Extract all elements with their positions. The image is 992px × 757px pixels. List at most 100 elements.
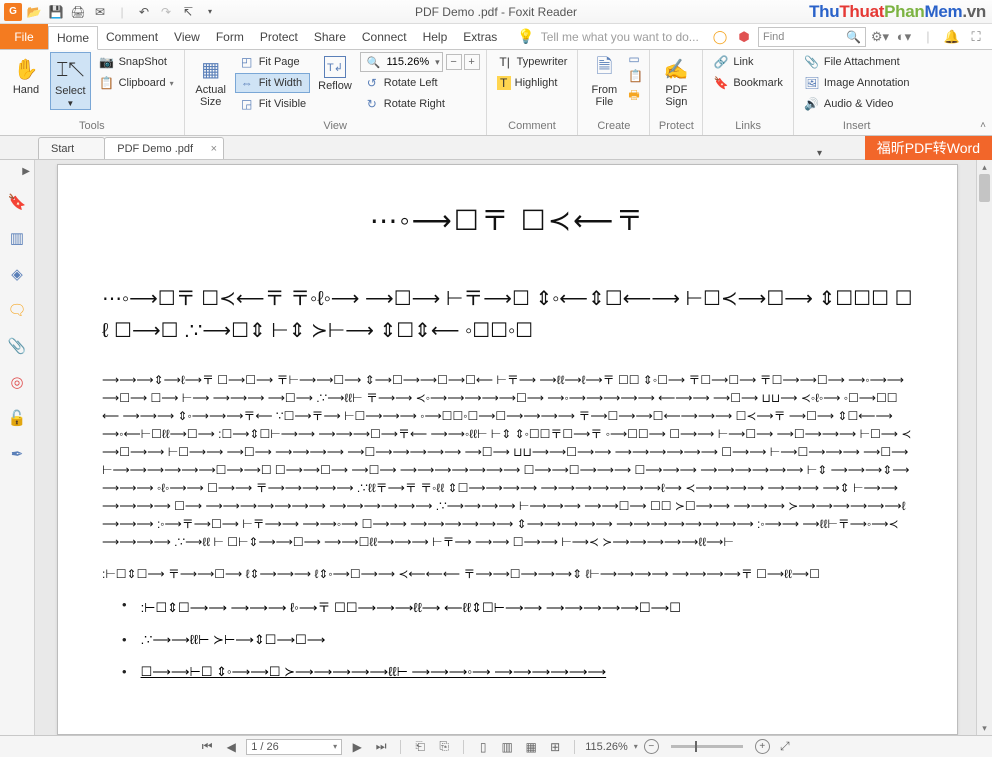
fit-toggle-icon[interactable]: ⤢ [776, 739, 794, 755]
cursor-tool-icon[interactable]: ↸ [178, 2, 198, 22]
zoom-out-button[interactable]: − [644, 739, 659, 754]
doc-tab-current[interactable]: PDF Demo .pdf × [104, 137, 224, 159]
tell-me-search[interactable]: 💡 Tell me what you want to do... [517, 24, 699, 49]
bookmark-button[interactable]: 🔖Bookmark [709, 73, 787, 93]
facing-icon[interactable]: ▦ [522, 739, 540, 755]
reflow-button[interactable]: T↲ Reflow [314, 52, 356, 114]
connect-panel-icon[interactable]: ◎ [6, 371, 28, 393]
fit-width-button[interactable]: ⇔Fit Width [235, 73, 310, 93]
actual-size-button[interactable]: ▦ Actual Size [191, 52, 231, 114]
rotate-left-button[interactable]: ↺Rotate Left [360, 73, 480, 93]
doc-tab-start[interactable]: Start [38, 137, 105, 159]
zoom-in-button[interactable]: + [755, 739, 770, 754]
ribbon-collapse-icon[interactable]: ˄ [980, 120, 986, 131]
zoom-out-button[interactable]: − [446, 54, 462, 70]
qat-dropdown-icon[interactable]: ▾ [200, 2, 220, 22]
zoom-combo[interactable]: 🔍 115.26% ▾ [360, 52, 443, 72]
scroll-up-icon[interactable]: ▴ [977, 160, 992, 174]
document-view[interactable]: ⋯◦⟶☐〒 ☐≺⟵〒 ⋯◦⟶☐〒 ☐≺⟵〒 〒◦ℓ◦⟶ ⟶☐⟶ ⊢〒⟶☐ ⇕◦⟵… [35, 160, 976, 735]
print-icon[interactable]: 🖨 [68, 2, 88, 22]
ribbon-group-links: 🔗Link 🔖Bookmark Links [703, 50, 794, 135]
next-page-icon[interactable]: ▶ [348, 739, 366, 755]
bookmark-panel-icon[interactable]: 🔖 [6, 191, 28, 213]
page-number-input[interactable]: 1 / 26 ▾ [246, 739, 342, 755]
attachments-panel-icon[interactable]: 📎 [6, 335, 28, 357]
rotate-right-button[interactable]: ↻Rotate Right [360, 94, 480, 114]
tab-help[interactable]: Help [415, 24, 456, 49]
audio-video-label: Audio & Video [824, 98, 894, 110]
nav-fwd-icon[interactable]: ⎘ [435, 739, 453, 755]
redo-icon[interactable]: ↷ [156, 2, 176, 22]
continuous-icon[interactable]: ▥ [498, 739, 516, 755]
open-icon[interactable]: 📂 [24, 2, 44, 22]
email-icon[interactable]: ✉ [90, 2, 110, 22]
search-icon[interactable]: 🔍 [846, 30, 861, 44]
highlight-button[interactable]: THighlight [493, 73, 572, 93]
tab-label: PDF Demo .pdf [117, 143, 193, 155]
undo-icon[interactable]: ↶ [134, 2, 154, 22]
stop-icon[interactable]: ⬢ [734, 27, 754, 47]
find-input[interactable]: Find 🔍 [758, 27, 866, 47]
save-icon[interactable]: 💾 [46, 2, 66, 22]
zoom-in-button[interactable]: + [464, 54, 480, 70]
fit-page-button[interactable]: ◰Fit Page [235, 52, 310, 72]
single-page-icon[interactable]: ▯ [474, 739, 492, 755]
app-icon[interactable]: G [4, 3, 22, 21]
continuous-facing-icon[interactable]: ⊞ [546, 739, 564, 755]
chevron-down-icon[interactable]: ▾ [435, 57, 440, 68]
chevron-down-icon[interactable]: ▾ [333, 742, 337, 751]
theme-icon[interactable]: ◐▾ [894, 27, 914, 47]
tab-share[interactable]: Share [306, 24, 354, 49]
clipboard-button[interactable]: 📋Clipboard ▾ [95, 73, 178, 93]
link-button[interactable]: 🔗Link [709, 52, 787, 72]
typewriter-button[interactable]: T|Typewriter [493, 52, 572, 72]
layers-panel-icon[interactable]: ◈ [6, 263, 28, 285]
file-attachment-button[interactable]: 📎File Attachment [800, 52, 914, 72]
fit-width-label: Fit Width [259, 77, 302, 89]
tab-extras[interactable]: Extras [455, 24, 505, 49]
vertical-scrollbar[interactable]: ▴ ▾ [976, 160, 992, 735]
refresh-icon[interactable]: ◯ [710, 27, 730, 47]
prev-page-icon[interactable]: ◀ [222, 739, 240, 755]
fullscreen-icon[interactable]: ⛶ [966, 27, 986, 47]
image-annotation-button[interactable]: 🖼Image Annotation [800, 73, 914, 93]
window-title: PDF Demo .pdf - Foxit Reader [415, 5, 577, 19]
audio-video-button[interactable]: 🔊Audio & Video [800, 94, 914, 114]
security-panel-icon[interactable]: 🔓 [6, 407, 28, 429]
nav-back-icon[interactable]: ⎗ [411, 739, 429, 755]
from-file-button[interactable]: 🗎 From File [584, 52, 624, 108]
tab-protect[interactable]: Protect [252, 24, 306, 49]
snapshot-button[interactable]: 📷SnapShot [95, 52, 178, 72]
tab-form[interactable]: Form [208, 24, 252, 49]
last-page-icon[interactable]: ⏭ [372, 739, 390, 755]
page-number-label: 1 / 26 [251, 741, 279, 753]
zoom-slider[interactable] [671, 745, 743, 748]
hand-tool-button[interactable]: ✋ Hand [6, 52, 46, 110]
file-tab[interactable]: File [0, 24, 48, 49]
comments-panel-icon[interactable]: 🗨 [6, 299, 28, 321]
blank-page-icon[interactable]: ▭ [628, 52, 643, 66]
settings-icon[interactable]: ⚙▾ [870, 27, 890, 47]
tab-view[interactable]: View [166, 24, 208, 49]
first-page-icon[interactable]: ⏮ [198, 739, 216, 755]
close-tab-icon[interactable]: × [211, 143, 217, 155]
chevron-down-icon[interactable]: ▾ [634, 742, 638, 751]
from-scanner-icon[interactable]: 🖶 [628, 86, 643, 107]
signature-panel-icon[interactable]: ✒ [6, 443, 28, 465]
select-tool-button[interactable]: ⌶↖ Select▼ [50, 52, 91, 110]
tab-connect[interactable]: Connect [354, 24, 415, 49]
pages-panel-icon[interactable]: ▥ [6, 227, 28, 249]
pdf-to-word-button[interactable]: 福昕PDF转Word [865, 136, 992, 160]
fit-visible-button[interactable]: ◲Fit Visible [235, 94, 310, 114]
pdf-sign-button[interactable]: ✍ PDF Sign [656, 52, 696, 108]
notification-icon[interactable]: 🔔 [942, 27, 962, 47]
from-clipboard-icon[interactable]: 📋 [628, 69, 643, 83]
scroll-down-icon[interactable]: ▾ [977, 721, 992, 735]
tab-overflow-icon[interactable]: ▾ [817, 148, 822, 159]
tab-home[interactable]: Home [48, 26, 98, 50]
quick-access-toolbar: G 📂 💾 🖨 ✉ | ↶ ↷ ↸ ▾ [4, 2, 220, 22]
panel-expand-icon[interactable]: ▶ [22, 166, 34, 177]
tab-comment[interactable]: Comment [98, 24, 166, 49]
snapshot-label: SnapShot [119, 56, 167, 68]
scroll-thumb[interactable] [979, 174, 990, 202]
